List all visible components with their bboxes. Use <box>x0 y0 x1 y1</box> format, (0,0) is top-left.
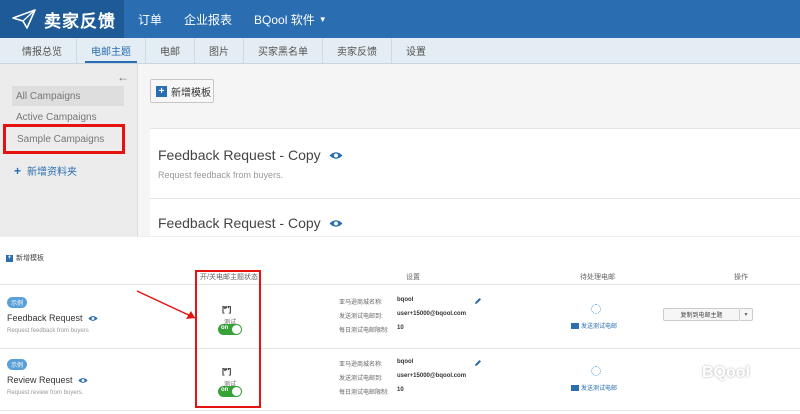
send-test-label: 发送测试电邮 <box>581 386 618 392</box>
loading-spinner-icon <box>591 304 601 314</box>
campaign-card[interactable]: Feedback Request - Copy Request feedback… <box>150 128 800 198</box>
sidebar-item-label: All Campaigns <box>16 90 81 102</box>
sub-nav: 情报总览 电邮主题 电邮 图片 买家黑名单 卖家反馈 设置 <box>0 38 800 64</box>
loading-spinner-icon <box>591 366 601 376</box>
campaign-title: Feedback Request - Copy <box>158 215 343 231</box>
tab-seller-feedback[interactable]: 卖家反馈 <box>323 38 392 63</box>
campaign-desc: Request feedback from buyers. <box>158 170 284 180</box>
envelope-icon <box>571 322 579 329</box>
envelope-icon <box>571 384 579 391</box>
eye-icon[interactable] <box>87 315 98 322</box>
setting-label: 每日测试电邮限制: <box>339 390 389 396</box>
setting-value: bqool <box>397 297 414 303</box>
setting-label: 亚马逊商城名称: <box>339 300 383 306</box>
send-test-email-link[interactable]: 发送测试电邮 <box>571 321 617 330</box>
tab-email-campaigns[interactable]: 电邮主题 <box>77 38 146 63</box>
pencil-icon[interactable] <box>474 297 482 305</box>
copy-to-campaign-button[interactable]: 复制到电邮主题 <box>663 308 740 321</box>
tab-label: 电邮主题 <box>91 47 131 58</box>
nav-orders[interactable]: 订单 <box>138 11 162 28</box>
header-settings: 设置 <box>406 274 420 281</box>
copy-button-label: 复制到电邮主题 <box>680 313 723 319</box>
sidebar-item-label: Sample Campaigns <box>17 133 105 145</box>
row-desc: Request review from buyers. <box>7 390 84 396</box>
sidebar-item-label: Active Campaigns <box>16 111 97 123</box>
row-title: Feedback Request <box>7 313 98 323</box>
main-content: + 新增模板 Feedback Request - Copy Request f… <box>138 64 800 236</box>
brand[interactable]: 卖家反馈 <box>0 0 124 38</box>
tab-images[interactable]: 图片 <box>195 38 244 63</box>
collapse-arrow-icon[interactable]: ← <box>117 70 129 84</box>
nav-orders-label: 订单 <box>138 12 163 27</box>
tab-label: 图片 <box>209 47 229 58</box>
new-template-button[interactable]: + 新增模板 <box>150 79 214 103</box>
eye-icon[interactable] <box>329 219 343 228</box>
chat-bubble-icon <box>676 364 698 381</box>
annotation-arrow-icon <box>136 290 196 319</box>
setting-value: 10 <box>397 325 404 331</box>
header-test-email: 待处理电邮 <box>580 274 615 281</box>
paper-plane-logo-icon <box>12 9 36 29</box>
watermark-text: BQool <box>702 364 750 381</box>
tab-label: 情报总览 <box>22 47 62 58</box>
nav-bqool-software[interactable]: BQool 软件 ▼ <box>254 11 327 28</box>
add-folder-button[interactable]: + 新增资料夹 <box>14 163 78 179</box>
send-test-label: 发送测试电邮 <box>581 324 618 330</box>
divider <box>0 284 800 285</box>
header-actions: 操作 <box>734 274 748 281</box>
eye-icon[interactable] <box>329 151 343 160</box>
tab-settings[interactable]: 设置 <box>392 38 440 63</box>
sidebar-item-sample-campaigns[interactable]: Sample Campaigns <box>3 124 125 154</box>
tab-buyer-blacklist[interactable]: 买家黑名单 <box>244 38 323 63</box>
setting-label: 亚马逊商城名称: <box>339 362 383 368</box>
campaign-title: Feedback Request - Copy <box>158 147 343 163</box>
setting-label: 发送测试电邮到: <box>339 376 383 382</box>
brand-name: 卖家反馈 <box>44 11 116 31</box>
campaign-title-text: Feedback Request - Copy <box>158 215 321 231</box>
setting-value: 10 <box>397 387 404 393</box>
nav-enterprise-reports-label: 企业报表 <box>184 12 233 27</box>
table-row: 示例 Feedback Request Request feedback fro… <box>0 287 800 349</box>
new-template-label: 新增模板 <box>171 87 211 99</box>
sidebar-item-all-campaigns[interactable]: All Campaigns <box>12 86 124 106</box>
tab-label: 卖家反馈 <box>337 47 377 58</box>
row-desc: Request feedback from buyers <box>7 328 89 334</box>
top-nav: 卖家反馈 订单 企业报表 BQool 软件 ▼ <box>0 0 800 38</box>
tab-label: 电邮 <box>160 47 180 58</box>
setting-value: bqool <box>397 359 414 365</box>
add-folder-label: 新增资料夹 <box>27 167 78 178</box>
tab-emails[interactable]: 电邮 <box>146 38 195 63</box>
row-title-text[interactable]: Feedback Request <box>7 313 83 323</box>
sample-badge: 示例 <box>7 297 28 308</box>
row-title: Review Request <box>7 375 88 385</box>
setting-label: 发送测试电邮到: <box>339 314 383 320</box>
eye-icon[interactable] <box>77 377 88 384</box>
nav-enterprise-reports[interactable]: 企业报表 <box>184 11 232 28</box>
tab-label: 买家黑名单 <box>258 47 308 58</box>
setting-value: user+15000@bqool.com <box>397 373 467 379</box>
chevron-down-icon: ▼ <box>318 14 327 24</box>
campaign-table-section: + 新增模板 开/关电邮主题状态 设置 待处理电邮 操作 示例 Feedback… <box>0 236 800 414</box>
plus-icon: + <box>6 254 13 262</box>
setting-label: 每日测试电邮限制: <box>339 328 389 334</box>
row-title-text[interactable]: Review Request <box>7 375 73 385</box>
plus-icon: + <box>14 163 22 178</box>
campaign-card[interactable]: Feedback Request - Copy <box>150 198 800 236</box>
sidebar: ← All Campaigns Active Campaigns Sample … <box>0 64 138 236</box>
campaign-title-text: Feedback Request - Copy <box>158 147 321 163</box>
chevron-down-icon[interactable]: ▾ <box>740 308 753 321</box>
new-template-label: 新增模板 <box>16 255 44 262</box>
new-template-link[interactable]: + 新增模板 <box>6 253 44 263</box>
nav-bqool-software-label: BQool 软件 <box>254 12 315 27</box>
sample-badge: 示例 <box>7 359 28 370</box>
send-test-email-link[interactable]: 发送测试电邮 <box>571 383 617 392</box>
watermark: BQool <box>676 364 750 382</box>
plus-icon: + <box>156 85 167 97</box>
pencil-icon[interactable] <box>474 359 482 367</box>
tab-overview[interactable]: 情报总览 <box>8 38 77 63</box>
setting-value: user+15000@bqool.com <box>397 311 467 317</box>
tab-label: 设置 <box>406 47 426 58</box>
